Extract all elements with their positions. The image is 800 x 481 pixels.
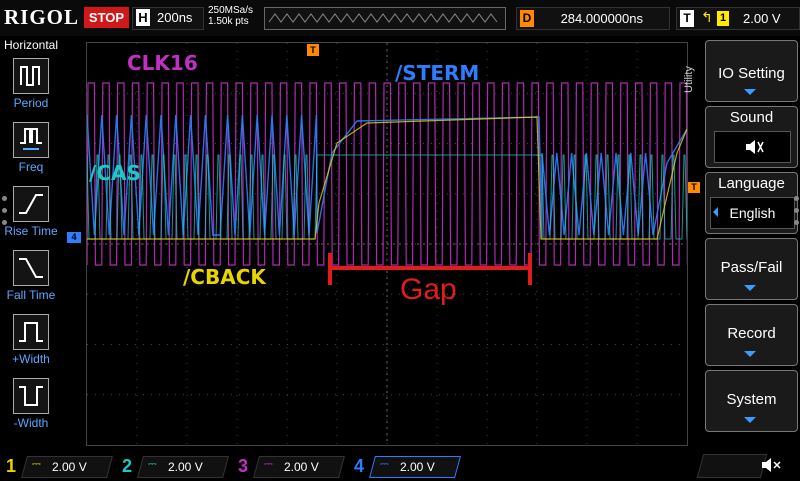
delay-value: 284.000000ns — [560, 11, 643, 26]
chevron-down-icon — [744, 351, 756, 357]
measure-label: +Width — [12, 352, 50, 366]
dc-coupling-icon: ⎓ — [32, 458, 41, 470]
channel-scale: 2.00 V — [284, 460, 319, 474]
sterm-label: /STERM — [395, 61, 480, 85]
channel-bar: 1 ⎓ 2.00 V 2 ⎓ 2.00 V 3 ⎓ 2.00 V 4 ⎓ 2.0… — [0, 452, 800, 480]
sound-status-box — [696, 454, 768, 478]
trigger-box[interactable]: T ↰ 1 2.00 V — [676, 7, 800, 30]
knob-indicator-dot — [794, 220, 799, 225]
waveform-display[interactable]: CLK16 /STERM /CAS /CBACK Gap — [86, 42, 696, 446]
measure-pos-width[interactable]: +Width — [0, 314, 62, 378]
delay-letter: D — [520, 10, 534, 27]
brand-logo: RIGOL — [4, 5, 80, 29]
menu-label: Language — [718, 175, 785, 192]
rise-time-icon — [13, 186, 49, 222]
trigger-level: 2.00 V — [743, 11, 781, 26]
dc-coupling-icon: ⎓ — [148, 458, 157, 470]
sample-rate: 250MSa/s — [208, 5, 254, 16]
io-setting-button[interactable]: IO Setting — [705, 40, 798, 102]
trigger-position-marker[interactable]: T — [307, 44, 319, 56]
dc-coupling-icon: ⎓ — [380, 458, 389, 470]
speaker-icon — [746, 140, 764, 154]
acquisition-info: 250MSa/s 1.50k pts — [208, 5, 253, 27]
waveform-area — [86, 43, 696, 445]
clk16-label: CLK16 — [127, 51, 198, 75]
trigger-letter: T — [680, 10, 694, 27]
chevron-down-icon — [744, 417, 756, 423]
measure-label: Rise Time — [4, 224, 58, 238]
measure-label: -Width — [13, 416, 49, 430]
channel-number: 2 — [122, 456, 133, 476]
measure-fall-time[interactable]: Fall Time — [0, 250, 62, 314]
measure-label: Period — [13, 96, 49, 110]
ch4-offset-marker[interactable]: 4 — [67, 232, 81, 243]
status-bar: RIGOL STOP H 200ns 250MSa/s 1.50k pts T … — [0, 0, 800, 36]
menu-label: System — [726, 391, 777, 408]
measure-freq[interactable]: Freq — [0, 122, 62, 186]
cback-label: /CBACK — [183, 265, 266, 289]
pass-fail-button[interactable]: Pass/Fail — [705, 238, 798, 300]
sound-value-box — [714, 131, 791, 163]
memory-depth: 1.50k pts — [208, 16, 249, 27]
knob-indicator-dot — [2, 208, 7, 213]
utility-menu: IO Setting Sound Language English Pass/F… — [705, 40, 800, 438]
menu-label: Record — [727, 325, 776, 342]
channel-2-button[interactable]: 2 ⎓ 2.00 V — [118, 454, 229, 478]
record-button[interactable]: Record — [705, 304, 798, 366]
menu-side-label: Utility — [683, 66, 695, 94]
trigger-level-marker[interactable]: T — [688, 182, 700, 193]
measure-rise-time[interactable]: Rise Time — [0, 186, 62, 250]
timebase-letter: H — [136, 9, 150, 26]
channel-scale: 2.00 V — [168, 460, 203, 474]
panel-title: Horizontal — [3, 38, 59, 52]
overview-waveform-icon — [268, 13, 498, 23]
trigger-edge-icon: ↰ — [701, 9, 713, 25]
run-stop-status[interactable]: STOP — [84, 7, 129, 28]
measure-label: Freq — [18, 160, 44, 174]
language-value: English — [729, 205, 776, 221]
measure-period[interactable]: Period — [0, 58, 62, 122]
fall-time-icon — [13, 250, 49, 286]
measure-label: Fall Time — [6, 288, 56, 302]
channel-number: 1 — [6, 456, 17, 476]
dc-coupling-icon: ⎓ — [264, 458, 273, 470]
knob-indicator-dot — [794, 208, 799, 213]
delay-box[interactable]: D 284.000000ns — [516, 7, 670, 30]
neg-width-icon — [13, 378, 49, 414]
freq-icon — [13, 122, 49, 158]
channel-scale: 2.00 V — [52, 460, 87, 474]
menu-label: Pass/Fail — [720, 259, 783, 276]
language-value-box: English — [710, 197, 795, 229]
trigger-source: 1 — [717, 11, 729, 26]
knob-indicator-dot — [2, 220, 7, 225]
measure-panel: Horizontal Period Freq Rise Time Fall Ti… — [0, 36, 62, 448]
gap-label: Gap — [400, 273, 457, 306]
language-button[interactable]: Language English — [705, 172, 798, 234]
chevron-down-icon — [744, 89, 756, 95]
chevron-down-icon — [744, 285, 756, 291]
channel-3-button[interactable]: 3 ⎓ 2.00 V — [234, 454, 345, 478]
channel-scale: 2.00 V — [400, 460, 435, 474]
timebase-value: 200ns — [157, 10, 193, 25]
speaker-muted-icon[interactable] — [760, 454, 784, 481]
period-icon — [13, 58, 49, 94]
channel-4-button[interactable]: 4 ⎓ 2.00 V — [350, 454, 461, 478]
sound-button[interactable]: Sound — [705, 106, 798, 168]
menu-label: IO Setting — [718, 65, 785, 82]
timebase-box[interactable]: H 200ns — [132, 7, 204, 30]
pos-width-icon — [13, 314, 49, 350]
waveform-overview[interactable]: T — [264, 7, 640, 30]
channel-number: 3 — [238, 456, 249, 476]
channel-number: 4 — [354, 456, 365, 476]
menu-label: Sound — [729, 109, 774, 126]
cas-label: /CAS — [89, 161, 141, 185]
measure-neg-width[interactable]: -Width — [0, 378, 62, 442]
knob-indicator-dot — [794, 196, 799, 201]
system-button[interactable]: System — [705, 370, 798, 432]
channel-1-button[interactable]: 1 ⎓ 2.00 V — [2, 454, 113, 478]
knob-indicator-dot — [2, 196, 7, 201]
